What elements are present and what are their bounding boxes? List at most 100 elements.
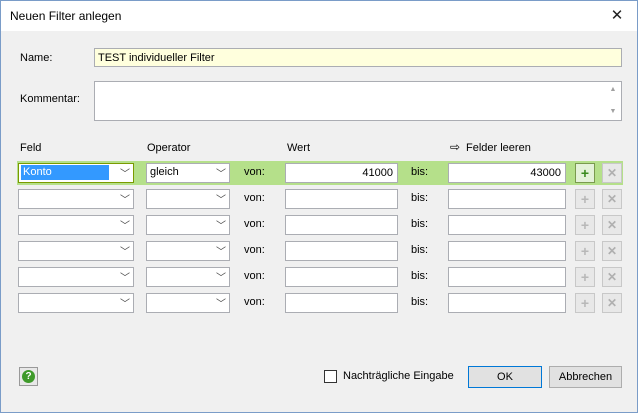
chevron-down-icon: ﹀ [216,247,226,258]
chevron-down-icon: ﹀ [120,195,130,206]
comment-scrollbar[interactable]: ▲ ▼ [606,82,621,120]
filter-row: ﹀ ﹀ von: bis: + ✕ [17,213,623,237]
plus-icon: + [580,165,590,181]
von-label: von: [244,166,265,178]
header-wert: Wert [287,142,311,154]
close-icon: ✕ [610,7,624,24]
operator-dropdown[interactable]: ﹀ [146,215,230,235]
bis-label: bis: [411,218,429,230]
feld-dropdown[interactable]: Konto ﹀ [18,163,134,183]
ok-button[interactable]: OK [468,366,542,388]
von-label: von: [244,296,265,308]
delete-icon: ✕ [606,166,618,180]
plus-icon: + [580,295,590,311]
comment-textarea[interactable] [94,81,622,121]
von-input[interactable] [285,215,398,235]
operator-dropdown[interactable]: ﹀ [146,293,230,313]
plus-icon: + [580,191,590,207]
dialog-body: Name: TEST individueller Filter Kommenta… [1,31,637,412]
add-row-button[interactable]: + [575,163,595,183]
header-feld: Feld [20,142,42,154]
add-row-button[interactable]: + [575,267,595,287]
add-row-button[interactable]: + [575,215,595,235]
delete-row-button[interactable]: ✕ [602,241,622,261]
bis-label: bis: [411,270,429,282]
cancel-button[interactable]: Abbrechen [549,366,622,388]
filter-row: Konto ﹀ gleich ﹀ von: 41000 bis: 43000 +… [17,161,623,185]
help-icon: ? [22,370,35,383]
operator-dropdown[interactable]: gleich ﹀ [146,163,230,183]
feld-dropdown[interactable]: ﹀ [18,215,134,235]
feld-dropdown[interactable]: ﹀ [18,267,134,287]
plus-icon: + [580,217,590,233]
operator-dropdown[interactable]: ﹀ [146,267,230,287]
bis-input[interactable] [448,215,566,235]
von-label: von: [244,218,265,230]
dialog-title: Neuen Filter anlegen [10,9,122,23]
title-bar: Neuen Filter anlegen ✕ [1,1,637,31]
von-label: von: [244,244,265,256]
von-input[interactable] [285,293,398,313]
operator-dropdown[interactable]: ﹀ [146,189,230,209]
clear-fields-icon[interactable]: ⇨ [450,140,460,154]
delete-icon: ✕ [606,192,618,206]
filter-row: ﹀ ﹀ von: bis: + ✕ [17,291,623,315]
name-label: Name: [20,52,53,64]
bis-label: bis: [411,166,429,178]
help-button[interactable]: ? [19,367,38,386]
delete-row-button[interactable]: ✕ [602,215,622,235]
chevron-down-icon: ﹀ [120,247,130,258]
feld-value: Konto [21,165,109,180]
scroll-down-icon[interactable]: ▼ [607,106,619,118]
chevron-down-icon: ﹀ [216,195,226,206]
filter-row: ﹀ ﹀ von: bis: + ✕ [17,239,623,263]
feld-dropdown[interactable]: ﹀ [18,293,134,313]
name-input[interactable]: TEST individueller Filter [94,48,622,67]
clear-fields-link[interactable]: Felder leeren [466,142,531,154]
chevron-down-icon: ﹀ [120,273,130,284]
bis-input[interactable] [448,241,566,261]
bis-input[interactable] [448,293,566,313]
chevron-down-icon: ﹀ [216,299,226,310]
von-input[interactable] [285,189,398,209]
delete-row-button[interactable]: ✕ [602,293,622,313]
chevron-down-icon: ﹀ [120,299,130,310]
bis-label: bis: [411,244,429,256]
filter-row: ﹀ ﹀ von: bis: + ✕ [17,265,623,289]
von-input[interactable] [285,267,398,287]
bis-label: bis: [411,296,429,308]
von-input[interactable]: 41000 [285,163,398,183]
plus-icon: + [580,243,590,259]
chevron-down-icon: ﹀ [216,169,226,180]
comment-label: Kommentar: [20,93,80,105]
add-row-button[interactable]: + [575,293,595,313]
delete-icon: ✕ [606,244,618,258]
feld-dropdown[interactable]: ﹀ [18,241,134,261]
chevron-down-icon: ﹀ [120,169,130,180]
operator-value: gleich [150,166,179,178]
plus-icon: + [580,269,590,285]
von-input[interactable] [285,241,398,261]
delete-row-button[interactable]: ✕ [602,189,622,209]
bis-input[interactable] [448,267,566,287]
delete-icon: ✕ [606,270,618,284]
bis-input[interactable]: 43000 [448,163,566,183]
nachtraegliche-eingabe-checkbox[interactable] [324,370,337,383]
header-operator: Operator [147,142,191,154]
chevron-down-icon: ﹀ [216,221,226,232]
chevron-down-icon: ﹀ [120,221,130,232]
add-row-button[interactable]: + [575,241,595,261]
dialog-window: Neuen Filter anlegen ✕ Name: TEST indivi… [0,0,638,413]
close-button[interactable]: ✕ [605,5,629,27]
von-label: von: [244,270,265,282]
scroll-up-icon[interactable]: ▲ [607,84,619,96]
filter-row: ﹀ ﹀ von: bis: + ✕ [17,187,623,211]
operator-dropdown[interactable]: ﹀ [146,241,230,261]
feld-dropdown[interactable]: ﹀ [18,189,134,209]
delete-row-button[interactable]: ✕ [602,267,622,287]
bis-label: bis: [411,192,429,204]
add-row-button[interactable]: + [575,189,595,209]
bis-input[interactable] [448,189,566,209]
checkbox-label: Nachträgliche Eingabe [343,370,454,382]
delete-row-button[interactable]: ✕ [602,163,622,183]
